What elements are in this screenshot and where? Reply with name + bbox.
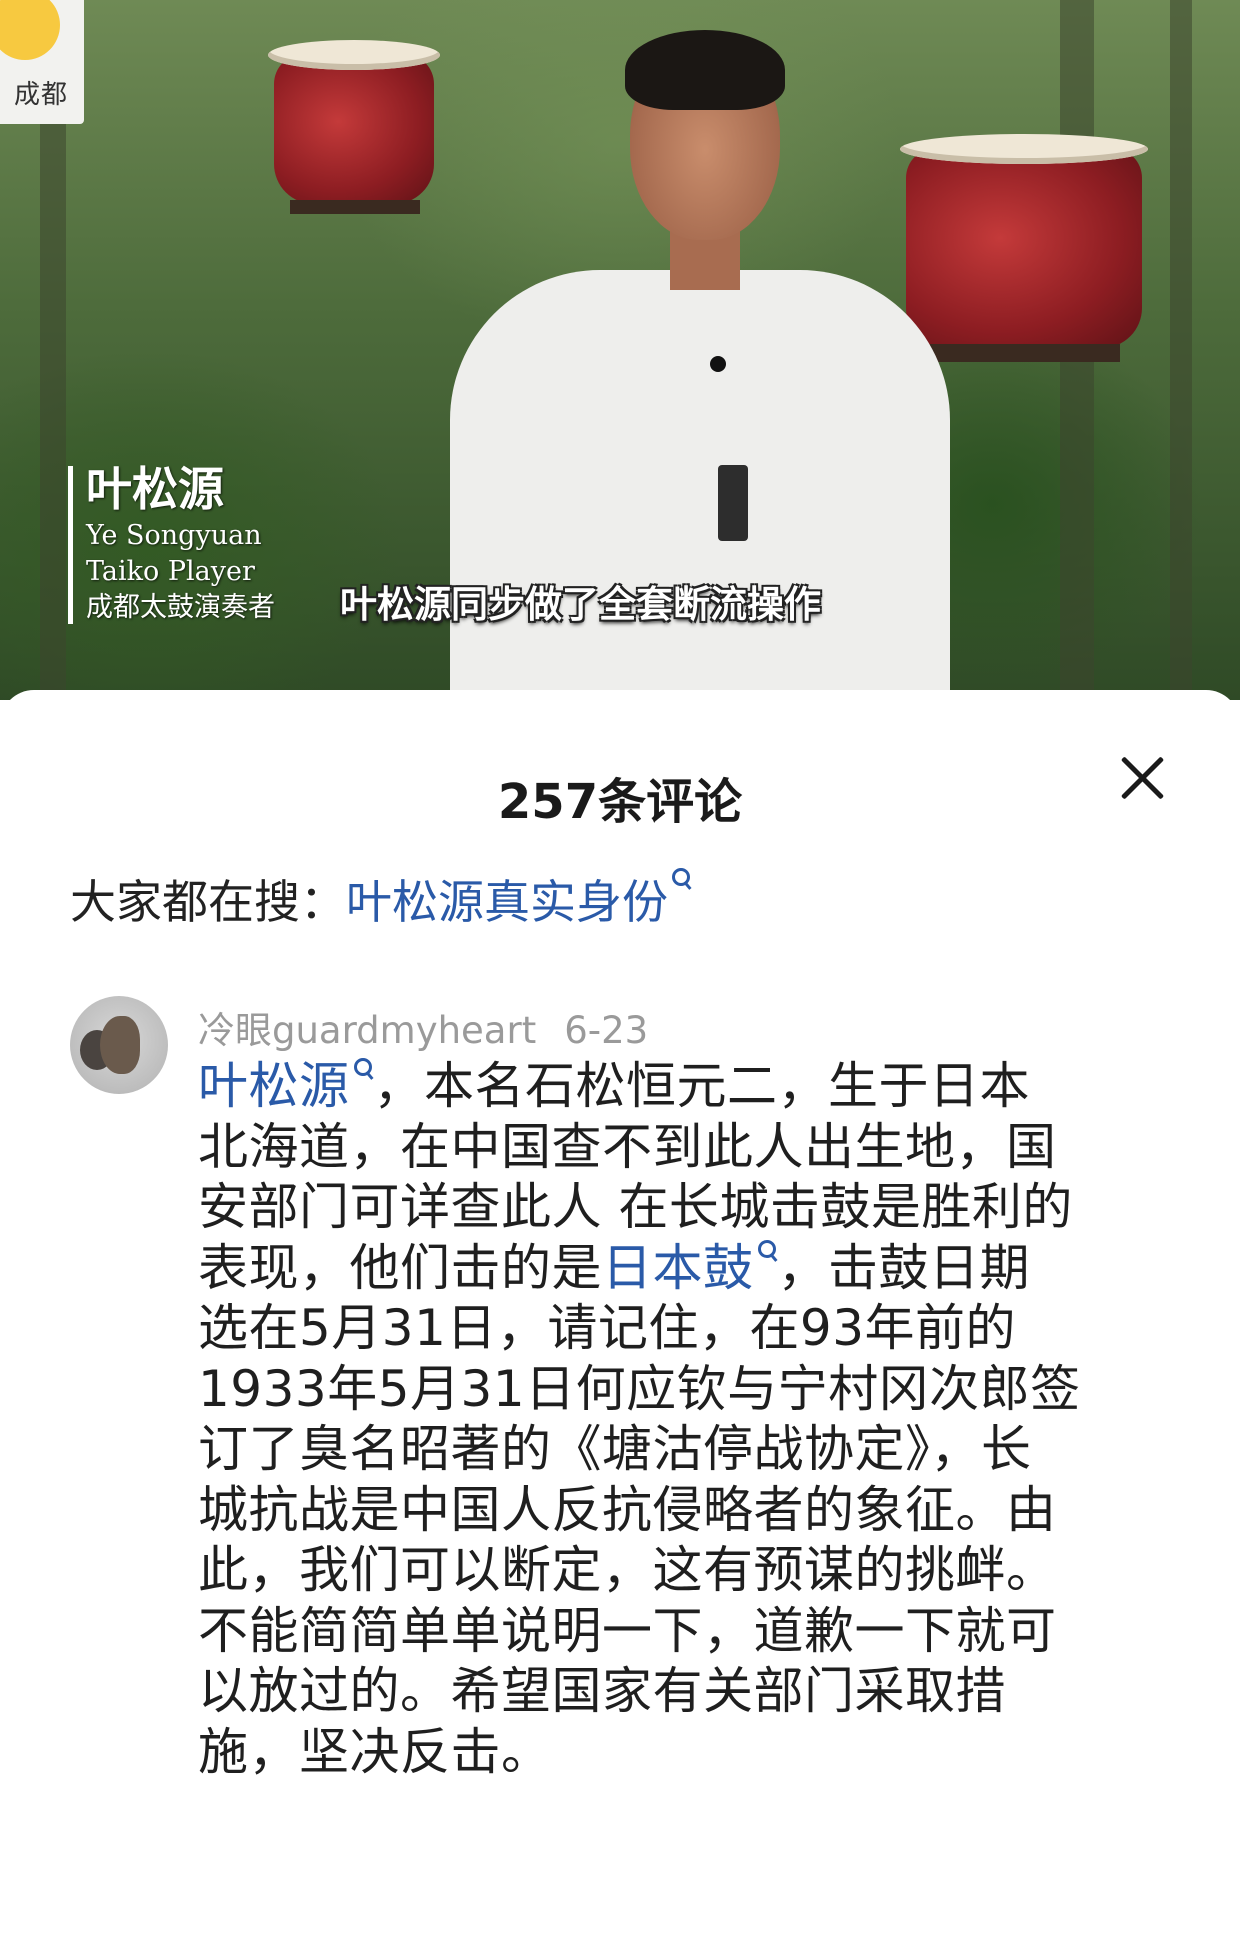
search-icon — [757, 1238, 778, 1266]
search-icon — [353, 1056, 374, 1084]
comment-body: 叶松源 ，本名石松恒元二，生于日本 北海道，在中国查不到此人出生地，国 安部门可详… — [198, 1057, 1081, 1781]
trending-search: 大家都在搜：叶松源真实身份 — [70, 866, 692, 932]
close-icon[interactable] — [1114, 750, 1170, 806]
lower-third-role-zh: 成都太鼓演奏者 — [86, 592, 275, 623]
comments-title: 257条评论 — [497, 774, 743, 830]
lapel-mic — [710, 356, 726, 372]
avatar[interactable] — [70, 996, 168, 1094]
comment-link-keyword[interactable]: 叶松源 — [198, 1057, 374, 1115]
comment-meta: 冷眼guardmyheart 6-23 — [198, 1000, 648, 1054]
taiko-drum-right — [900, 134, 1148, 348]
trending-search-link[interactable]: 叶松源真实身份 — [346, 868, 692, 929]
comment-link-keyword[interactable]: 日本鼓 — [602, 1239, 778, 1297]
video-subtitle: 叶松源同步做了全套断流操作 — [340, 583, 821, 626]
player-hair — [625, 30, 785, 110]
lower-third-name-en: Ye Songyuan — [86, 520, 262, 551]
trending-search-label: 大家都在搜： — [70, 875, 346, 929]
video-player[interactable]: 成都 叶松源 Ye Songyuan Taiko Player 成都太鼓演奏者 … — [0, 0, 1240, 700]
search-icon — [672, 866, 692, 894]
drum-stand — [930, 344, 1120, 362]
logo-text: 成都 — [14, 80, 69, 110]
taiko-drum-left — [268, 40, 440, 204]
tree-trunk — [1170, 0, 1192, 700]
drum-stand — [290, 200, 420, 214]
shirt-logo — [718, 465, 748, 541]
lower-third-name: 叶松源 — [86, 462, 224, 516]
comment-date: 6-23 — [564, 1009, 649, 1052]
channel-logo: 成都 — [0, 0, 84, 124]
lower-third-bar — [68, 466, 73, 624]
lower-third-role-en: Taiko Player — [86, 556, 255, 587]
comments-sheet: 257条评论 大家都在搜：叶松源真实身份 冷眼guardmyheart 6-23 … — [0, 690, 1240, 1952]
logo-dot — [0, 0, 60, 60]
lower-third: 叶松源 Ye Songyuan Taiko Player 成都太鼓演奏者 — [86, 460, 275, 626]
comment-username[interactable]: 冷眼guardmyheart — [198, 1009, 536, 1052]
squirrel-icon — [100, 1016, 140, 1074]
